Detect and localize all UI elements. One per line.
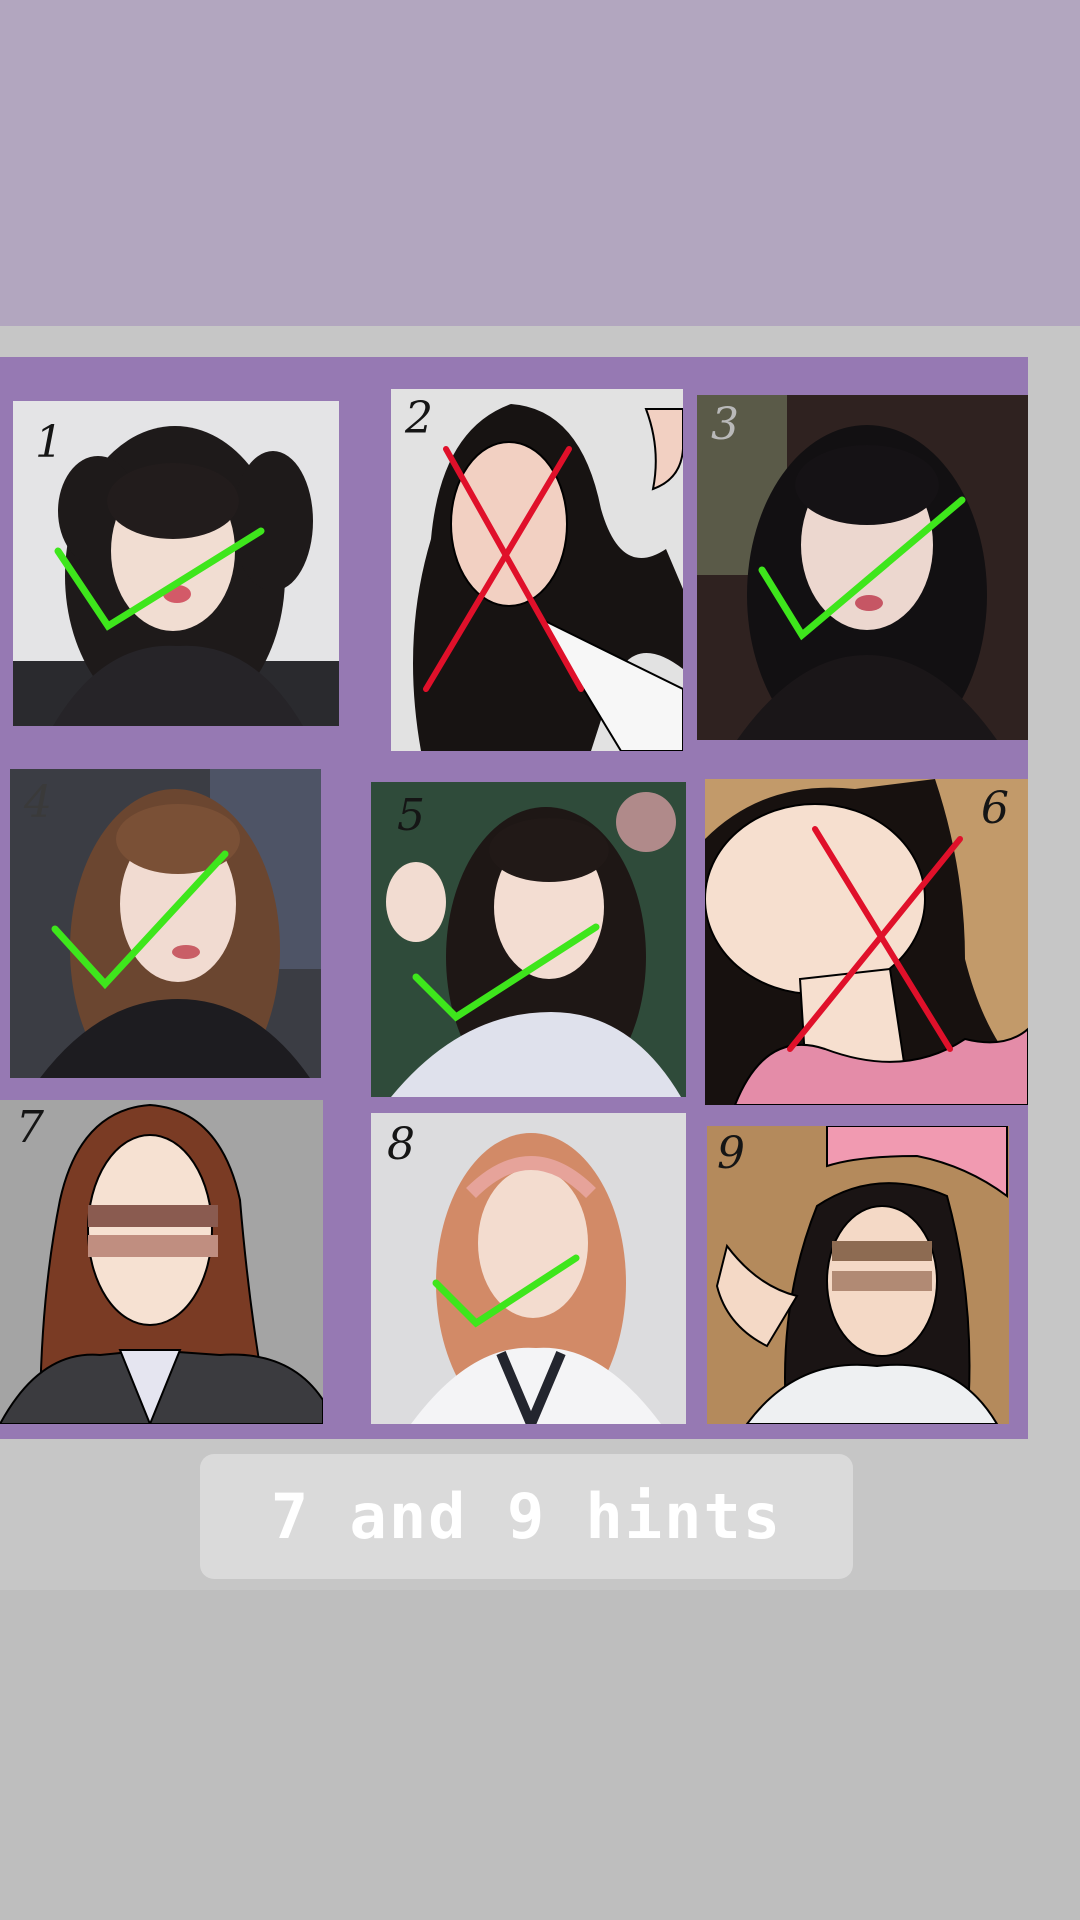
- cell-5-number: 5: [397, 790, 425, 841]
- cell-7-drawing-hint: [0, 1100, 323, 1424]
- grid-cell-3: 3: [697, 395, 1028, 740]
- cell-6-number: 6: [981, 783, 1009, 834]
- grid-cell-7: 7: [0, 1100, 323, 1424]
- grid-cell-4: 4: [10, 769, 321, 1078]
- grid-cell-1: 1: [13, 401, 339, 726]
- cell-4-number: 4: [24, 777, 52, 828]
- cell-1-number: 1: [35, 417, 63, 468]
- grid-cell-2: 2: [391, 389, 683, 751]
- cell-6-drawing: [705, 779, 1028, 1105]
- caption-text: 7 and 9 hints: [270, 1480, 783, 1553]
- cell-9-drawing-hint: [707, 1126, 1009, 1424]
- cell-7-number: 7: [16, 1102, 44, 1153]
- cell-3-number: 3: [711, 399, 739, 450]
- cell-8-number: 8: [387, 1119, 415, 1170]
- grid-cell-5: 5: [371, 782, 686, 1097]
- cell-3-photo: [697, 395, 1028, 740]
- cell-8-photo: [371, 1113, 686, 1424]
- grid-cell-9: 9: [707, 1126, 1009, 1424]
- cell-2-number: 2: [405, 393, 433, 444]
- cell-9-number: 9: [717, 1128, 745, 1179]
- caption-box: 7 and 9 hints: [200, 1454, 853, 1579]
- grid-cell-6: 6: [705, 779, 1028, 1105]
- story-top-background: [0, 0, 1080, 326]
- cell-4-photo: [10, 769, 321, 1078]
- cell-2-drawing: [391, 389, 683, 751]
- grid-cell-8: 8: [371, 1113, 686, 1424]
